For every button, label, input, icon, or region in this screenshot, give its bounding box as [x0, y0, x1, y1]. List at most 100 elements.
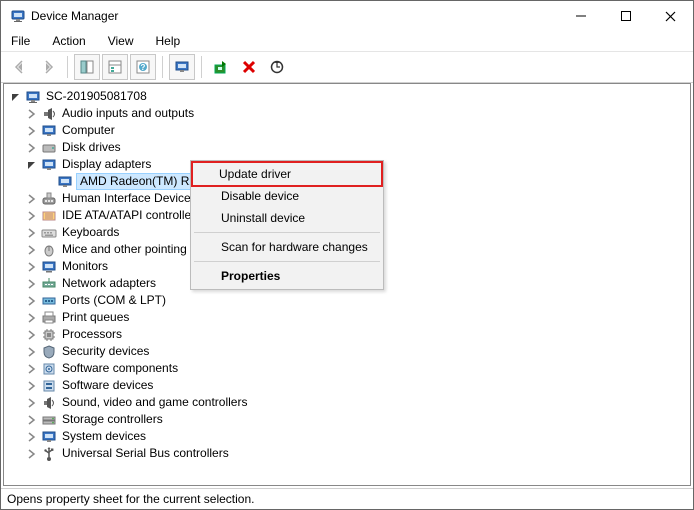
app-icon: [11, 9, 25, 23]
status-text: Opens property sheet for the current sel…: [7, 492, 254, 506]
chevron-right-icon[interactable]: [24, 245, 40, 255]
tree-category-storage[interactable]: Storage controllers: [8, 411, 690, 428]
properties-button[interactable]: [102, 54, 128, 80]
ctx-separator: [194, 261, 380, 262]
tree-category-label: Storage controllers: [60, 411, 165, 428]
chevron-right-icon[interactable]: [24, 449, 40, 459]
tree-category-label: System devices: [60, 428, 148, 445]
tree-category-label: Network adapters: [60, 275, 158, 292]
sound-icon: [40, 395, 58, 411]
chevron-right-icon[interactable]: [24, 364, 40, 374]
tree-category-printq[interactable]: Print queues: [8, 309, 690, 326]
chevron-right-icon[interactable]: [24, 194, 40, 204]
tree-view[interactable]: SC-201905081708 Audio inputs and outputs…: [3, 83, 691, 486]
computer-icon: [40, 123, 58, 139]
nav-forward-button[interactable]: [35, 54, 61, 80]
chevron-right-icon[interactable]: [24, 313, 40, 323]
tree-category-label: Sound, video and game controllers: [60, 394, 249, 411]
chevron-right-icon[interactable]: [24, 279, 40, 289]
hid-icon: [40, 191, 58, 207]
menu-action[interactable]: Action: [48, 33, 89, 49]
nav-back-button[interactable]: [7, 54, 33, 80]
context-menu: Update driver Disable device Uninstall d…: [190, 160, 384, 290]
tree-category-ports[interactable]: Ports (COM & LPT): [8, 292, 690, 309]
chevron-right-icon[interactable]: [24, 262, 40, 272]
toolbar-separator: [67, 56, 68, 78]
chevron-right-icon[interactable]: [24, 296, 40, 306]
tree-category-usb[interactable]: Universal Serial Bus controllers: [8, 445, 690, 462]
tree-category-sound[interactable]: Sound, video and game controllers: [8, 394, 690, 411]
tree-category-swd[interactable]: Software devices: [8, 377, 690, 394]
ctx-uninstall-device[interactable]: Uninstall device: [193, 207, 381, 229]
chevron-right-icon[interactable]: [24, 398, 40, 408]
swd-icon: [40, 378, 58, 394]
tree-category-label: Print queues: [60, 309, 131, 326]
display-icon: [40, 157, 58, 173]
chevron-right-icon[interactable]: [24, 109, 40, 119]
sec-icon: [40, 344, 58, 360]
chevron-right-icon[interactable]: [24, 143, 40, 153]
tree-category-sysdev[interactable]: System devices: [8, 428, 690, 445]
printq-icon: [40, 310, 58, 326]
menu-file[interactable]: File: [7, 33, 34, 49]
tree-category-computer[interactable]: Computer: [8, 122, 690, 139]
tree-category-label: Keyboards: [60, 224, 121, 241]
devices-view-button[interactable]: [169, 54, 195, 80]
minimize-button[interactable]: [558, 1, 603, 31]
client-area: SC-201905081708 Audio inputs and outputs…: [1, 83, 693, 488]
help-button[interactable]: ?: [130, 54, 156, 80]
tree-category-label: Security devices: [60, 343, 151, 360]
chevron-right-icon[interactable]: [24, 126, 40, 136]
chevron-right-icon[interactable]: [24, 347, 40, 357]
tree-category-swc[interactable]: Software components: [8, 360, 690, 377]
chevron-right-icon[interactable]: [24, 330, 40, 340]
monitors-icon: [40, 259, 58, 275]
audio-icon: [40, 106, 58, 122]
ctx-disable-device[interactable]: Disable device: [193, 185, 381, 207]
tree-root[interactable]: SC-201905081708: [8, 88, 690, 105]
chevron-down-icon[interactable]: [24, 160, 40, 170]
update-driver-button[interactable]: [208, 54, 234, 80]
svg-text:?: ?: [141, 63, 146, 72]
tree-category-label: Audio inputs and outputs: [60, 105, 196, 122]
tree-category-audio[interactable]: Audio inputs and outputs: [8, 105, 690, 122]
toolbar-separator: [201, 56, 202, 78]
show-hide-tree-button[interactable]: [74, 54, 100, 80]
tree-category-sec[interactable]: Security devices: [8, 343, 690, 360]
usb-icon: [40, 446, 58, 462]
chevron-right-icon[interactable]: [24, 381, 40, 391]
ctx-update-driver[interactable]: Update driver: [191, 161, 383, 187]
menubar: File Action View Help: [1, 31, 693, 52]
uninstall-button[interactable]: [236, 54, 262, 80]
menu-view[interactable]: View: [104, 33, 138, 49]
ctx-properties[interactable]: Properties: [193, 265, 381, 287]
swc-icon: [40, 361, 58, 377]
close-button[interactable]: [648, 1, 693, 31]
tree-root-label: SC-201905081708: [44, 88, 149, 105]
ide-icon: [40, 208, 58, 224]
computer-icon: [24, 89, 42, 105]
tree-category-disk[interactable]: Disk drives: [8, 139, 690, 156]
chevron-right-icon[interactable]: [24, 211, 40, 221]
disk-icon: [40, 140, 58, 156]
device-manager-window: Device Manager File Action View Help ?: [0, 0, 694, 510]
keyboards-icon: [40, 225, 58, 241]
chevron-right-icon[interactable]: [24, 415, 40, 425]
scan-hardware-button[interactable]: [264, 54, 290, 80]
tree-category-label: Ports (COM & LPT): [60, 292, 168, 309]
chevron-down-icon[interactable]: [8, 92, 24, 102]
mice-icon: [40, 242, 58, 258]
tree-category-label: Software components: [60, 360, 180, 377]
titlebar: Device Manager: [1, 1, 693, 31]
tree-category-proc[interactable]: Processors: [8, 326, 690, 343]
toolbar: ?: [1, 52, 693, 83]
ctx-scan-hardware[interactable]: Scan for hardware changes: [193, 236, 381, 258]
chevron-right-icon[interactable]: [24, 432, 40, 442]
maximize-button[interactable]: [603, 1, 648, 31]
window-title: Device Manager: [31, 9, 118, 23]
menu-help[interactable]: Help: [152, 33, 185, 49]
ctx-separator: [194, 232, 380, 233]
tree-category-label: Disk drives: [60, 139, 123, 156]
net-icon: [40, 276, 58, 292]
chevron-right-icon[interactable]: [24, 228, 40, 238]
